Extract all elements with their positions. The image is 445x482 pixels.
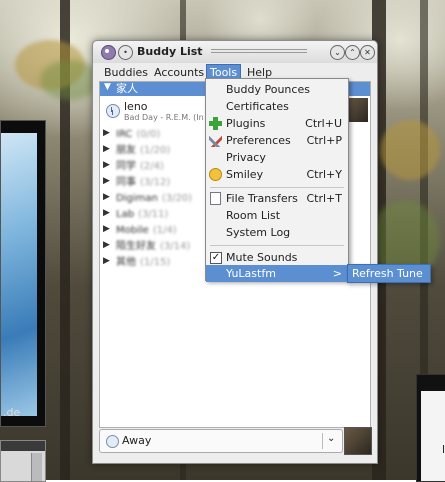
- tree-trunk: [420, 0, 428, 380]
- chevron-down-icon[interactable]: ⌄: [327, 433, 335, 444]
- background-window-bottom-left[interactable]: [0, 440, 46, 482]
- away-status-icon: [106, 435, 119, 448]
- menu-item-preferences[interactable]: Preferences Ctrl+P: [206, 132, 348, 149]
- menu-item-buddy-pounces[interactable]: Buddy Pounces: [206, 81, 348, 98]
- pidgin-app-icon[interactable]: [101, 45, 116, 60]
- menu-item-plugins[interactable]: Plugins Ctrl+U: [206, 115, 348, 132]
- menu-item-file-transfers[interactable]: File Transfers Ctrl+T: [206, 190, 348, 207]
- menu-item-certificates[interactable]: Certificates: [206, 98, 348, 115]
- group-count: (3/20): [161, 193, 193, 204]
- menu-item-label: Plugins: [226, 117, 266, 130]
- status-label: Away: [122, 434, 152, 447]
- menu-item-label: Preferences: [226, 134, 291, 147]
- window-content: [421, 391, 445, 481]
- group-label: 陌生好友: [116, 241, 156, 252]
- menu-item-label: System Log: [226, 226, 291, 239]
- checkbox-checked-icon[interactable]: ✓: [210, 252, 222, 264]
- menu-separator: [210, 245, 344, 246]
- buddy-status-message: Bad Day - R.E.M. (In: [124, 113, 204, 122]
- menu-item-shortcut: Ctrl+Y: [306, 168, 342, 181]
- background-window-left[interactable]: .de: [0, 120, 46, 427]
- window-title: Buddy List: [137, 45, 203, 58]
- group-label: Digiman: [116, 193, 158, 204]
- group-count: (1/15): [140, 257, 171, 268]
- expander-closed-icon[interactable]: ▶: [103, 240, 110, 250]
- menu-item-label: Room List: [226, 209, 281, 222]
- menu-item-system-log[interactable]: System Log: [206, 224, 348, 241]
- group-label: 同学: [116, 161, 136, 172]
- menu-item-label: Certificates: [226, 100, 289, 113]
- menu-item-label: Mute Sounds: [226, 251, 298, 264]
- group-count: (0/0): [136, 129, 161, 140]
- menu-item-shortcut: Ctrl+P: [306, 134, 342, 147]
- expander-open-icon[interactable]: ▼: [104, 82, 111, 92]
- foliage: [40, 60, 100, 100]
- expander-closed-icon[interactable]: ▶: [103, 224, 110, 234]
- scrollbar[interactable]: [31, 453, 42, 481]
- group-label: Lab: [116, 209, 135, 220]
- menu-accounts[interactable]: Accounts: [151, 65, 207, 81]
- group-label: Mobile: [116, 225, 149, 236]
- group-label: IRC: [116, 129, 133, 140]
- expander-closed-icon[interactable]: ▶: [103, 160, 110, 170]
- expander-closed-icon[interactable]: ▶: [103, 128, 110, 138]
- expander-closed-icon[interactable]: ▶: [103, 176, 110, 186]
- file-transfer-icon: [210, 192, 221, 205]
- menu-item-label: Smiley: [226, 168, 264, 181]
- group-label: 其他: [116, 257, 136, 268]
- group-label: 朋友: [116, 145, 136, 156]
- expander-closed-icon[interactable]: ▶: [103, 144, 110, 154]
- menu-item-smiley[interactable]: Smiley Ctrl+Y: [206, 166, 348, 183]
- menu-item-label: Refresh Tune: [352, 267, 423, 280]
- group-count: (3/11): [138, 209, 169, 220]
- menu-item-room-list[interactable]: Room List: [206, 207, 348, 224]
- background-window-right[interactable]: l: [416, 374, 445, 482]
- menu-item-label: Privacy: [226, 151, 266, 164]
- smiley-icon: [209, 168, 222, 181]
- menu-item-yulastfm[interactable]: YuLastfm >: [206, 265, 348, 282]
- status-selector[interactable]: Away ⌄: [99, 429, 343, 453]
- menu-item-mute-sounds[interactable]: ✓ Mute Sounds: [206, 249, 348, 266]
- menu-separator: [210, 187, 344, 188]
- window-menu-button[interactable]: •: [118, 45, 133, 60]
- titlebar-grip: [211, 49, 307, 55]
- menu-buddies[interactable]: Buddies: [101, 65, 151, 81]
- menu-item-label: YuLastfm: [226, 267, 276, 280]
- background-window-label: .de: [3, 406, 21, 419]
- minimize-button[interactable]: ⌄: [330, 45, 345, 60]
- menu-item-refresh-tune[interactable]: Refresh Tune: [347, 264, 431, 283]
- group-count: (1/4): [152, 225, 177, 236]
- menu-item-shortcut: Ctrl+T: [306, 192, 342, 205]
- window-titlebar: [1, 441, 45, 451]
- expander-closed-icon[interactable]: ▶: [103, 256, 110, 266]
- plugin-icon: [209, 117, 222, 130]
- my-avatar[interactable]: [344, 427, 372, 455]
- submenu-arrow-icon: >: [332, 267, 342, 280]
- tools-menu: Buddy Pounces Certificates Plugins Ctrl+…: [205, 78, 349, 282]
- menu-item-label: File Transfers: [226, 192, 298, 205]
- album-art: [1, 133, 37, 416]
- group-label: 家人: [116, 82, 138, 95]
- menu-item-shortcut: Ctrl+U: [305, 117, 342, 130]
- expander-closed-icon[interactable]: ▶: [103, 192, 110, 202]
- titlebar[interactable]: • Buddy List ⌄ ⌃ ✕: [93, 41, 377, 63]
- group-label: 同事: [116, 177, 136, 188]
- close-button[interactable]: ✕: [360, 45, 375, 60]
- buddy-name: leno: [124, 100, 148, 113]
- maximize-button[interactable]: ⌃: [345, 45, 360, 60]
- menu-item-privacy[interactable]: Privacy: [206, 149, 348, 166]
- expander-closed-icon[interactable]: ▶: [103, 208, 110, 218]
- group-count: (1/20): [140, 145, 171, 156]
- group-count: (3/14): [160, 241, 191, 252]
- menu-item-label: Buddy Pounces: [226, 83, 310, 96]
- group-count: (2/4): [140, 161, 164, 172]
- foliage: [380, 120, 440, 180]
- away-status-icon: [106, 104, 120, 118]
- status-separator: [322, 433, 323, 449]
- preferences-icon: [209, 134, 222, 147]
- group-count: (3/12): [140, 177, 171, 188]
